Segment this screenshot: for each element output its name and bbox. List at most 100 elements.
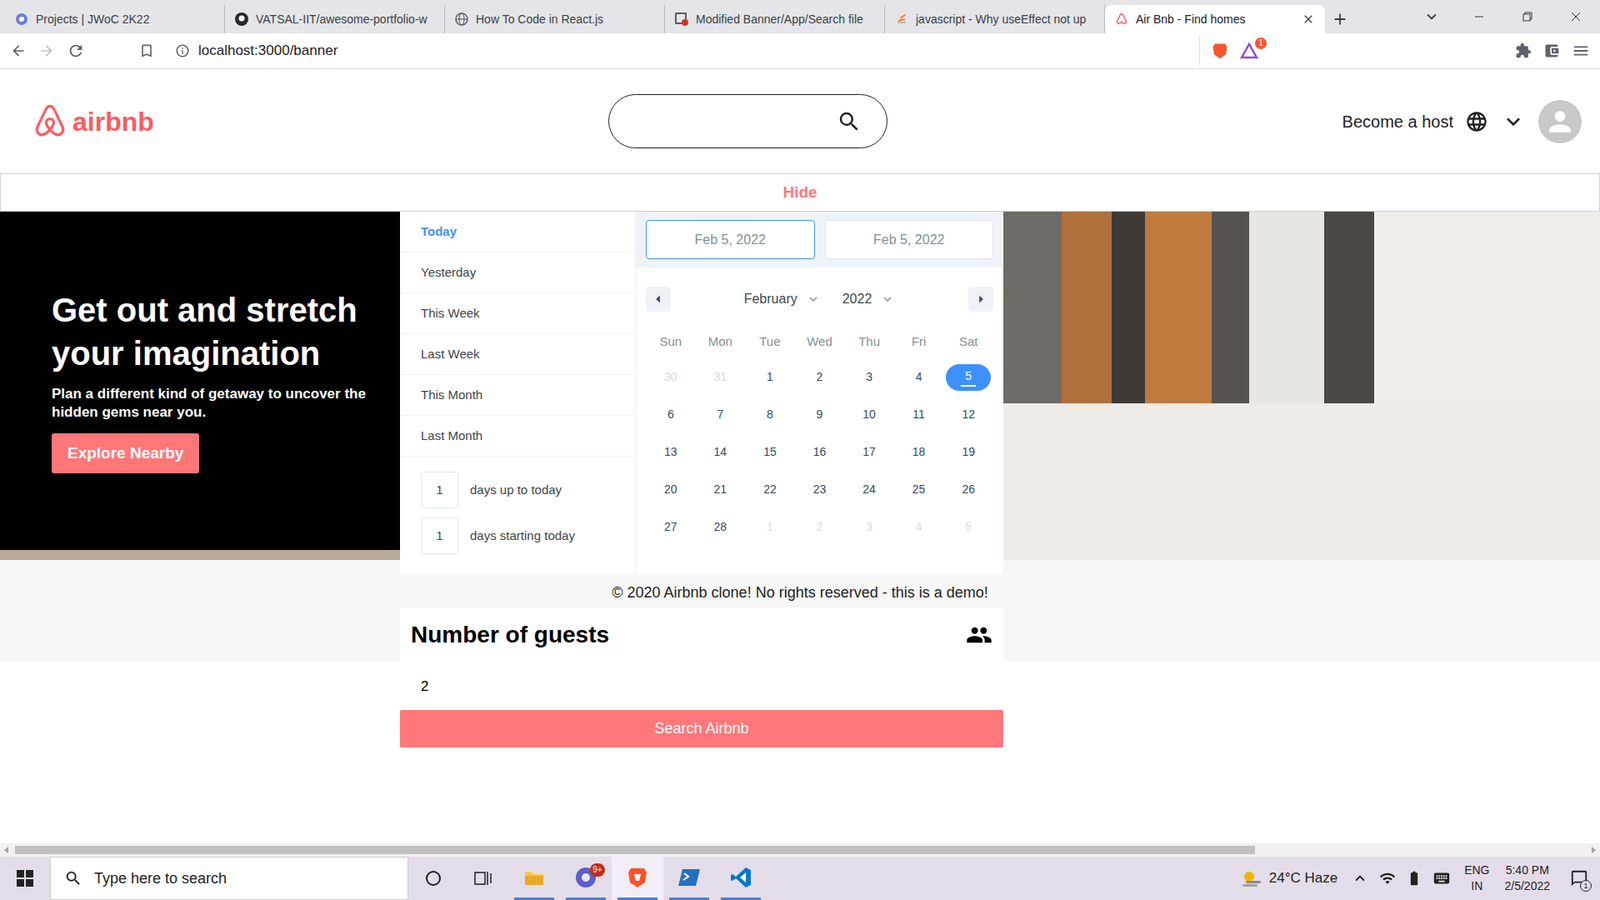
taskbar-app[interactable]	[508, 856, 560, 900]
close-tab-icon[interactable]	[1301, 12, 1315, 26]
language-indicator[interactable]: ENGIN	[1457, 856, 1496, 900]
search-airbnb-button[interactable]: Search Airbnb	[400, 710, 1004, 748]
calendar-day[interactable]: 1	[745, 508, 795, 546]
horizontal-scrollbar[interactable]	[0, 843, 1600, 857]
calendar-day[interactable]: 4	[894, 508, 945, 546]
calendar-day[interactable]: 13	[645, 433, 696, 471]
clock[interactable]: 5:40 PM2/5/2022	[1496, 856, 1560, 900]
reload-icon[interactable]	[66, 41, 85, 60]
start-button[interactable]	[0, 856, 50, 900]
browser-tab[interactable]: Projects | JWoC 2K22	[5, 5, 225, 34]
calendar-day[interactable]: 23	[795, 470, 845, 509]
forward-icon[interactable]	[38, 42, 55, 60]
calendar-day[interactable]: 5	[943, 358, 994, 396]
browser-tab[interactable]: Modified Banner/App/Search file	[665, 5, 885, 34]
menu-icon[interactable]	[1571, 41, 1590, 60]
calendar-day[interactable]: 11	[894, 395, 945, 434]
calendar-day[interactable]: 22	[745, 470, 795, 509]
calendar-day[interactable]: 25	[894, 470, 945, 509]
browser-tab[interactable]: Air Bnb - Find homes	[1105, 5, 1325, 34]
extensions-icon[interactable]	[1515, 42, 1532, 60]
chevron-down-icon[interactable]	[1500, 108, 1527, 135]
calendar-day[interactable]: 5	[943, 508, 994, 546]
task-view-button[interactable]	[458, 856, 509, 900]
taskbar-app[interactable]	[663, 856, 715, 900]
range-number-input[interactable]: 1	[420, 517, 459, 555]
calendar-day[interactable]: 12	[943, 395, 994, 434]
taskbar-app[interactable]	[715, 856, 767, 900]
calendar-day[interactable]: 2	[795, 358, 845, 396]
next-month-button[interactable]	[968, 286, 994, 312]
info-icon[interactable]	[175, 43, 190, 59]
scrollbar-thumb[interactable]	[15, 845, 1255, 855]
calendar-day[interactable]: 24	[844, 470, 895, 509]
calendar-day[interactable]: 18	[894, 433, 945, 471]
minimize-button[interactable]	[1455, 0, 1504, 34]
guests-input[interactable]: 2	[400, 662, 1004, 710]
calendar-day[interactable]: 15	[745, 433, 795, 471]
date-display-input[interactable]: Feb 5, 2022	[825, 220, 995, 260]
avatar[interactable]	[1538, 100, 1582, 144]
range-option[interactable]: This Week	[400, 293, 635, 335]
notification-center[interactable]: 1	[1558, 856, 1600, 900]
keyboard-icon[interactable]	[1432, 869, 1451, 888]
globe-icon[interactable]	[1465, 110, 1489, 134]
calendar-day[interactable]: 30	[645, 358, 696, 396]
calendar-day[interactable]: 14	[695, 433, 746, 471]
calendar-day[interactable]: 20	[645, 470, 696, 509]
calendar-day[interactable]: 3	[844, 508, 895, 546]
weather-widget[interactable]: 24°C Haze	[1234, 856, 1345, 900]
range-option[interactable]: Yesterday	[400, 252, 635, 294]
brave-shields-icon[interactable]	[1211, 41, 1229, 60]
range-option[interactable]: Last Week	[400, 334, 635, 375]
browser-tab[interactable]: How To Code in React.js	[445, 5, 665, 34]
month-select[interactable]: February	[744, 289, 821, 310]
calendar-day[interactable]: 10	[844, 395, 895, 434]
address-bar[interactable]: localhost:3000/banner	[166, 36, 1200, 65]
calendar-day[interactable]: 19	[943, 433, 994, 471]
back-icon[interactable]	[10, 42, 27, 60]
range-number-input[interactable]: 1	[420, 471, 459, 509]
header-search-input[interactable]	[625, 110, 837, 133]
network-icon[interactable]	[1379, 870, 1396, 887]
cortana-button[interactable]	[408, 856, 459, 900]
scroll-right-icon[interactable]	[1590, 846, 1597, 854]
taskbar-app[interactable]: 9+	[560, 856, 612, 900]
show-hidden-icons-icon[interactable]	[1350, 869, 1370, 888]
year-select[interactable]: 2022	[842, 289, 896, 310]
scroll-left-icon[interactable]	[3, 846, 10, 854]
become-host-link[interactable]: Become a host	[1342, 109, 1454, 135]
calendar-day[interactable]: 26	[943, 470, 994, 509]
taskbar-search[interactable]: Type here to search	[50, 856, 409, 900]
calendar-day[interactable]: 3	[844, 358, 895, 396]
range-option[interactable]: Today	[400, 211, 635, 253]
calendar-day[interactable]: 7	[695, 395, 746, 434]
header-search[interactable]	[608, 94, 888, 149]
wallet-icon[interactable]	[1543, 42, 1560, 60]
browser-tab[interactable]: VATSAL-IIT/awesome-portfolio-w	[225, 5, 445, 34]
calendar-day[interactable]: 31	[695, 358, 746, 396]
taskbar-app[interactable]	[611, 856, 664, 900]
calendar-day[interactable]: 6	[645, 395, 696, 434]
calendar-day[interactable]: 8	[745, 395, 795, 434]
calendar-day[interactable]: 1	[745, 358, 795, 396]
date-display-input[interactable]: Feb 5, 2022	[645, 220, 815, 260]
airbnb-logo[interactable]: airbnb	[30, 102, 155, 141]
range-option[interactable]: This Month	[400, 375, 635, 416]
browser-tab[interactable]: javascript - Why useEffect not up	[885, 5, 1105, 34]
calendar-day[interactable]: 2	[795, 508, 845, 546]
tab-search-button[interactable]	[1408, 0, 1455, 34]
calendar-day[interactable]: 9	[795, 395, 845, 434]
calendar-day[interactable]: 28	[695, 508, 746, 546]
calendar-day[interactable]: 27	[645, 508, 696, 546]
prev-month-button[interactable]	[645, 286, 671, 312]
close-window-button[interactable]	[1551, 0, 1600, 34]
explore-nearby-button[interactable]: Explore Nearby	[51, 433, 200, 475]
new-tab-button[interactable]	[1325, 5, 1355, 34]
calendar-day[interactable]: 16	[795, 433, 845, 471]
restore-button[interactable]	[1503, 0, 1552, 34]
battery-icon[interactable]	[1405, 870, 1423, 887]
hide-button[interactable]: Hide	[0, 173, 1600, 212]
range-option[interactable]: Last Month	[400, 415, 635, 457]
calendar-day[interactable]: 21	[695, 470, 746, 509]
